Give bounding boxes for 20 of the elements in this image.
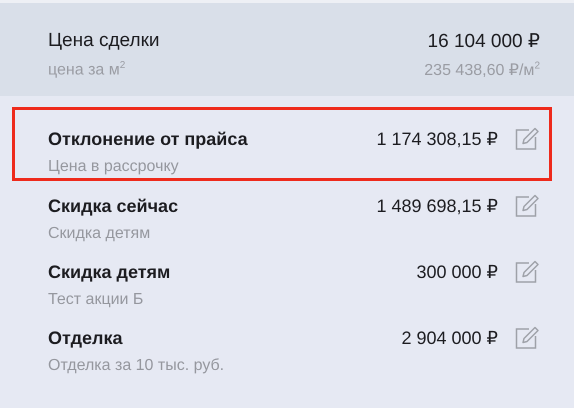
discount-amount: 300 000 ₽: [416, 262, 498, 282]
discount-title: Скидка сейчас: [48, 196, 180, 216]
discount-amount: 2 904 000 ₽: [401, 328, 498, 348]
price-value: 16 104 000 ₽: [428, 30, 540, 52]
discount-amount: 1 489 698,15 ₽: [376, 196, 498, 216]
discount-title: Отклонение от прайса: [48, 128, 249, 150]
price-per-meter-label: цена за м$^{2}$: [48, 60, 126, 80]
discount-subtitle: Скидка детям: [48, 224, 152, 244]
discount-subtitle: Отделка за 10 тыс. руб.: [48, 356, 226, 376]
discount-title: Отделка: [48, 328, 124, 348]
discount-subtitle: Цена в рассрочку: [48, 157, 180, 177]
discount-amount: 1 174 308,15 ₽: [376, 128, 498, 150]
discount-title: Скидка детям: [48, 262, 172, 282]
price-per-meter-value: 235 438,60 ₽/м$^{2}$: [424, 60, 540, 80]
edit-icon[interactable]: [514, 260, 540, 284]
edit-icon[interactable]: [514, 127, 540, 151]
edit-icon[interactable]: [514, 194, 540, 218]
price-label: Цена сделки: [48, 30, 160, 52]
discount-subtitle: Тест акции Б: [48, 290, 144, 310]
edit-icon[interactable]: [514, 326, 540, 350]
